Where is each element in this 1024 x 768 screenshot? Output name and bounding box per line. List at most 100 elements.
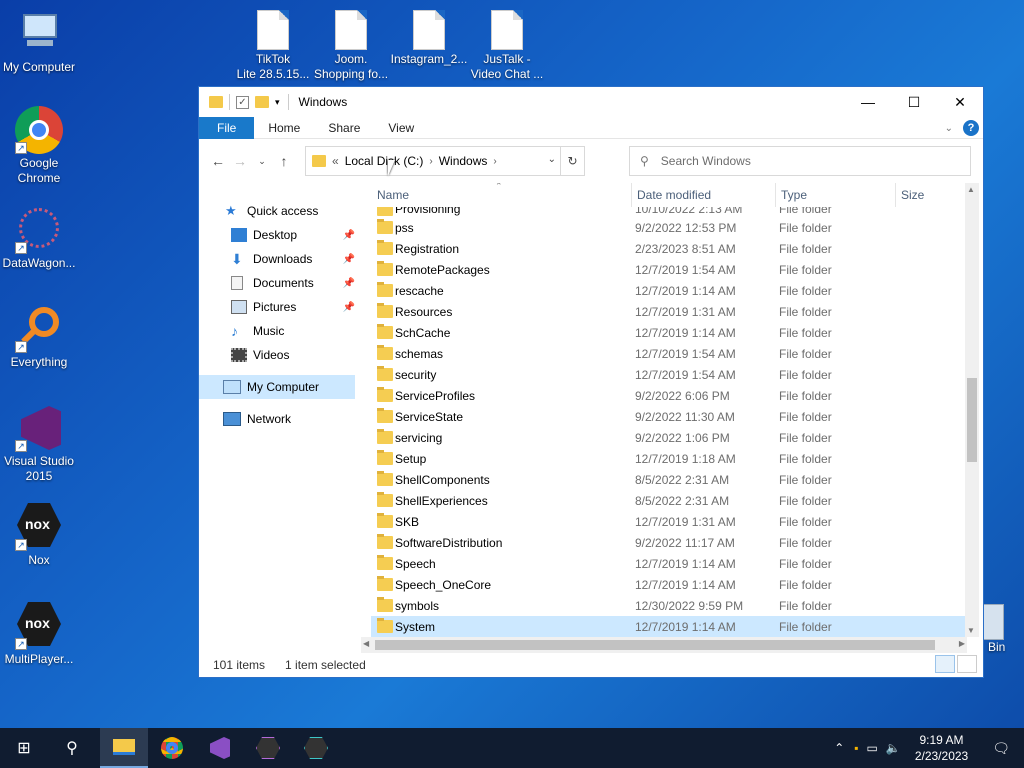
- pin-icon[interactable]: 📌: [343, 230, 355, 241]
- expand-ribbon-icon[interactable]: ⌄: [945, 123, 953, 134]
- breadcrumb-local-disk[interactable]: Local Disk (C:): [345, 154, 424, 168]
- column-header-date[interactable]: Date modified: [637, 188, 711, 202]
- nav-videos[interactable]: Videos: [199, 343, 359, 367]
- nav-downloads[interactable]: ⬇ Downloads 📌: [199, 247, 359, 271]
- file-list[interactable]: Name ⌃ Date modified Type Size Provision…: [371, 183, 969, 653]
- vertical-scrollbar[interactable]: ▲ ▼: [965, 183, 979, 637]
- scroll-thumb[interactable]: [375, 640, 935, 650]
- chevron-right-icon[interactable]: ›: [429, 156, 432, 167]
- table-row[interactable]: ShellExperiences 8/5/2022 2:31 AM File fol…: [371, 490, 969, 511]
- scroll-thumb[interactable]: [967, 378, 977, 462]
- table-row[interactable]: SoftwareDistribution 9/2/2022 11:17 AM Fil…: [371, 532, 969, 553]
- table-row[interactable]: security 12/7/2019 1:54 AM File folder: [371, 364, 969, 385]
- table-row[interactable]: System 12/7/2019 1:14 AM File folder: [371, 616, 969, 637]
- desktop-icon-joom[interactable]: Joom. Shopping fo...: [312, 10, 390, 82]
- address-bar[interactable]: « Local Disk (C:) › Windows › ⌄ ↻: [305, 146, 585, 176]
- chevron-up-icon[interactable]: ⌃: [828, 741, 850, 755]
- table-row[interactable]: Speech 12/7/2019 1:14 AM File folder: [371, 553, 969, 574]
- table-row[interactable]: SchCache 12/7/2019 1:14 AM File folder: [371, 322, 969, 343]
- volume-icon[interactable]: 🔈: [882, 741, 905, 755]
- minimize-button[interactable]: —: [845, 87, 891, 117]
- desktop-icon-multiplayer[interactable]: nox ↗ MultiPlayer...: [0, 602, 78, 667]
- search-input[interactable]: ⚲ Search Windows: [629, 146, 971, 176]
- network-icon[interactable]: ▭: [863, 741, 882, 755]
- taskbar-nox-multiplayer[interactable]: [244, 728, 292, 768]
- maximize-button[interactable]: ☐: [891, 87, 937, 117]
- table-row[interactable]: SKB 12/7/2019 1:31 AM File folder: [371, 511, 969, 532]
- pin-icon[interactable]: 📌: [343, 302, 355, 313]
- taskbar-visual-studio[interactable]: [196, 728, 244, 768]
- taskbar-chrome[interactable]: [148, 728, 196, 768]
- table-row[interactable]: ServiceState 9/2/2022 11:30 AM File folder: [371, 406, 969, 427]
- recent-locations-button[interactable]: ⌄: [251, 156, 273, 167]
- taskbar-file-explorer[interactable]: [100, 728, 148, 768]
- taskbar-nox[interactable]: [292, 728, 340, 768]
- table-row[interactable]: Setup 12/7/2019 1:18 AM File folder: [371, 448, 969, 469]
- start-button[interactable]: ⊞: [0, 728, 48, 768]
- refresh-button[interactable]: ↻: [560, 147, 584, 175]
- table-row[interactable]: Resources 12/7/2019 1:31 AM File folder: [371, 301, 969, 322]
- column-header-name[interactable]: Name: [377, 188, 409, 202]
- chevron-down-icon[interactable]: ⌄: [548, 154, 556, 165]
- table-row[interactable]: RemotePackages 12/7/2019 1:54 AM File fold…: [371, 259, 969, 280]
- desktop-icon-tiktok[interactable]: TikTok Lite 28.5.15...: [234, 10, 312, 82]
- table-row[interactable]: servicing 9/2/2022 1:06 PM File folder: [371, 427, 969, 448]
- nav-documents[interactable]: Documents 📌: [199, 271, 359, 295]
- large-icons-view-icon[interactable]: [957, 655, 977, 673]
- breadcrumb-windows[interactable]: Windows: [439, 154, 488, 168]
- nav-my-computer[interactable]: My Computer: [199, 375, 355, 399]
- table-row[interactable]: schemas 12/7/2019 1:54 AM File folder: [371, 343, 969, 364]
- tab-view[interactable]: View: [374, 117, 428, 139]
- notification-icon[interactable]: 🗨: [978, 740, 1024, 757]
- scroll-down-icon[interactable]: ▼: [967, 626, 975, 635]
- nav-music[interactable]: ♪ Music: [199, 319, 359, 343]
- scroll-up-icon[interactable]: ▲: [967, 185, 975, 194]
- table-row[interactable]: Provisioning 10/10/2022 2:13 AM File fol…: [371, 207, 969, 217]
- nav-network[interactable]: Network: [199, 407, 359, 431]
- scroll-left-icon[interactable]: ◀: [363, 639, 369, 648]
- desktop-icon-datawagon[interactable]: ↗ DataWagon...: [0, 206, 78, 271]
- table-row[interactable]: symbols 12/30/2022 9:59 PM File folder: [371, 595, 969, 616]
- new-folder-icon[interactable]: [255, 96, 269, 108]
- desktop-icon-chrome[interactable]: ↗ Google Chrome: [0, 106, 78, 186]
- nav-desktop[interactable]: Desktop 📌: [199, 223, 359, 247]
- desktop-icon-nox[interactable]: nox ↗ Nox: [0, 503, 78, 568]
- pin-icon[interactable]: 📌: [343, 254, 355, 265]
- clock[interactable]: 9:19 AM 2/23/2023: [905, 732, 978, 764]
- nav-pictures[interactable]: Pictures 📌: [199, 295, 359, 319]
- customize-toolbar-icon[interactable]: ▾: [275, 97, 280, 108]
- security-icon[interactable]: ▪: [850, 741, 862, 755]
- desktop-icon-visual-studio[interactable]: ↗ Visual Studio 2015: [0, 404, 78, 484]
- title-bar[interactable]: ✓ ▾ Windows — ☐ ✕: [199, 87, 983, 117]
- tab-home[interactable]: Home: [254, 117, 314, 139]
- scroll-right-icon[interactable]: ▶: [959, 639, 965, 648]
- pin-icon[interactable]: 📌: [343, 278, 355, 289]
- close-button[interactable]: ✕: [937, 87, 983, 117]
- column-header-size[interactable]: Size: [901, 188, 924, 202]
- back-button[interactable]: ←: [207, 153, 229, 169]
- table-row[interactable]: Speech_OneCore 12/7/2019 1:14 AM File fold…: [371, 574, 969, 595]
- table-row[interactable]: rescache 12/7/2019 1:14 AM File folder: [371, 280, 969, 301]
- properties-icon[interactable]: ✓: [236, 95, 249, 109]
- horizontal-scrollbar[interactable]: ◀ ▶: [361, 637, 967, 653]
- table-row[interactable]: pss 9/2/2022 12:53 PM File folder: [371, 217, 969, 238]
- search-button[interactable]: ⚲: [48, 728, 96, 768]
- column-header-type[interactable]: Type: [781, 188, 807, 202]
- desktop-icon-instagram[interactable]: Instagram_2...: [390, 10, 468, 67]
- desktop-icon-my-computer[interactable]: My Computer: [0, 10, 78, 75]
- table-row[interactable]: ServiceProfiles 9/2/2022 6:06 PM File fold…: [371, 385, 969, 406]
- table-row[interactable]: Registration 2/23/2023 8:51 AM File folder: [371, 238, 969, 259]
- up-button[interactable]: ↑: [273, 153, 295, 169]
- nav-quick-access[interactable]: ★ Quick access: [199, 199, 359, 223]
- forward-button[interactable]: →: [229, 153, 251, 169]
- desktop-icon-justalk[interactable]: JusTalk - Video Chat ...: [468, 10, 546, 82]
- chevron-right-icon[interactable]: ›: [493, 156, 496, 167]
- desktop-icon-everything[interactable]: ↗ Everything: [0, 305, 78, 370]
- details-view-icon[interactable]: [935, 655, 955, 673]
- breadcrumb-overflow[interactable]: «: [332, 154, 339, 168]
- help-icon[interactable]: ?: [963, 120, 979, 136]
- tab-file[interactable]: File: [199, 116, 255, 139]
- table-row[interactable]: ShellComponents 8/5/2022 2:31 AM File fold…: [371, 469, 969, 490]
- tab-share[interactable]: Share: [314, 117, 374, 139]
- file-explorer-window[interactable]: ✓ ▾ Windows — ☐ ✕ File Home Share View ⌄…: [198, 86, 984, 678]
